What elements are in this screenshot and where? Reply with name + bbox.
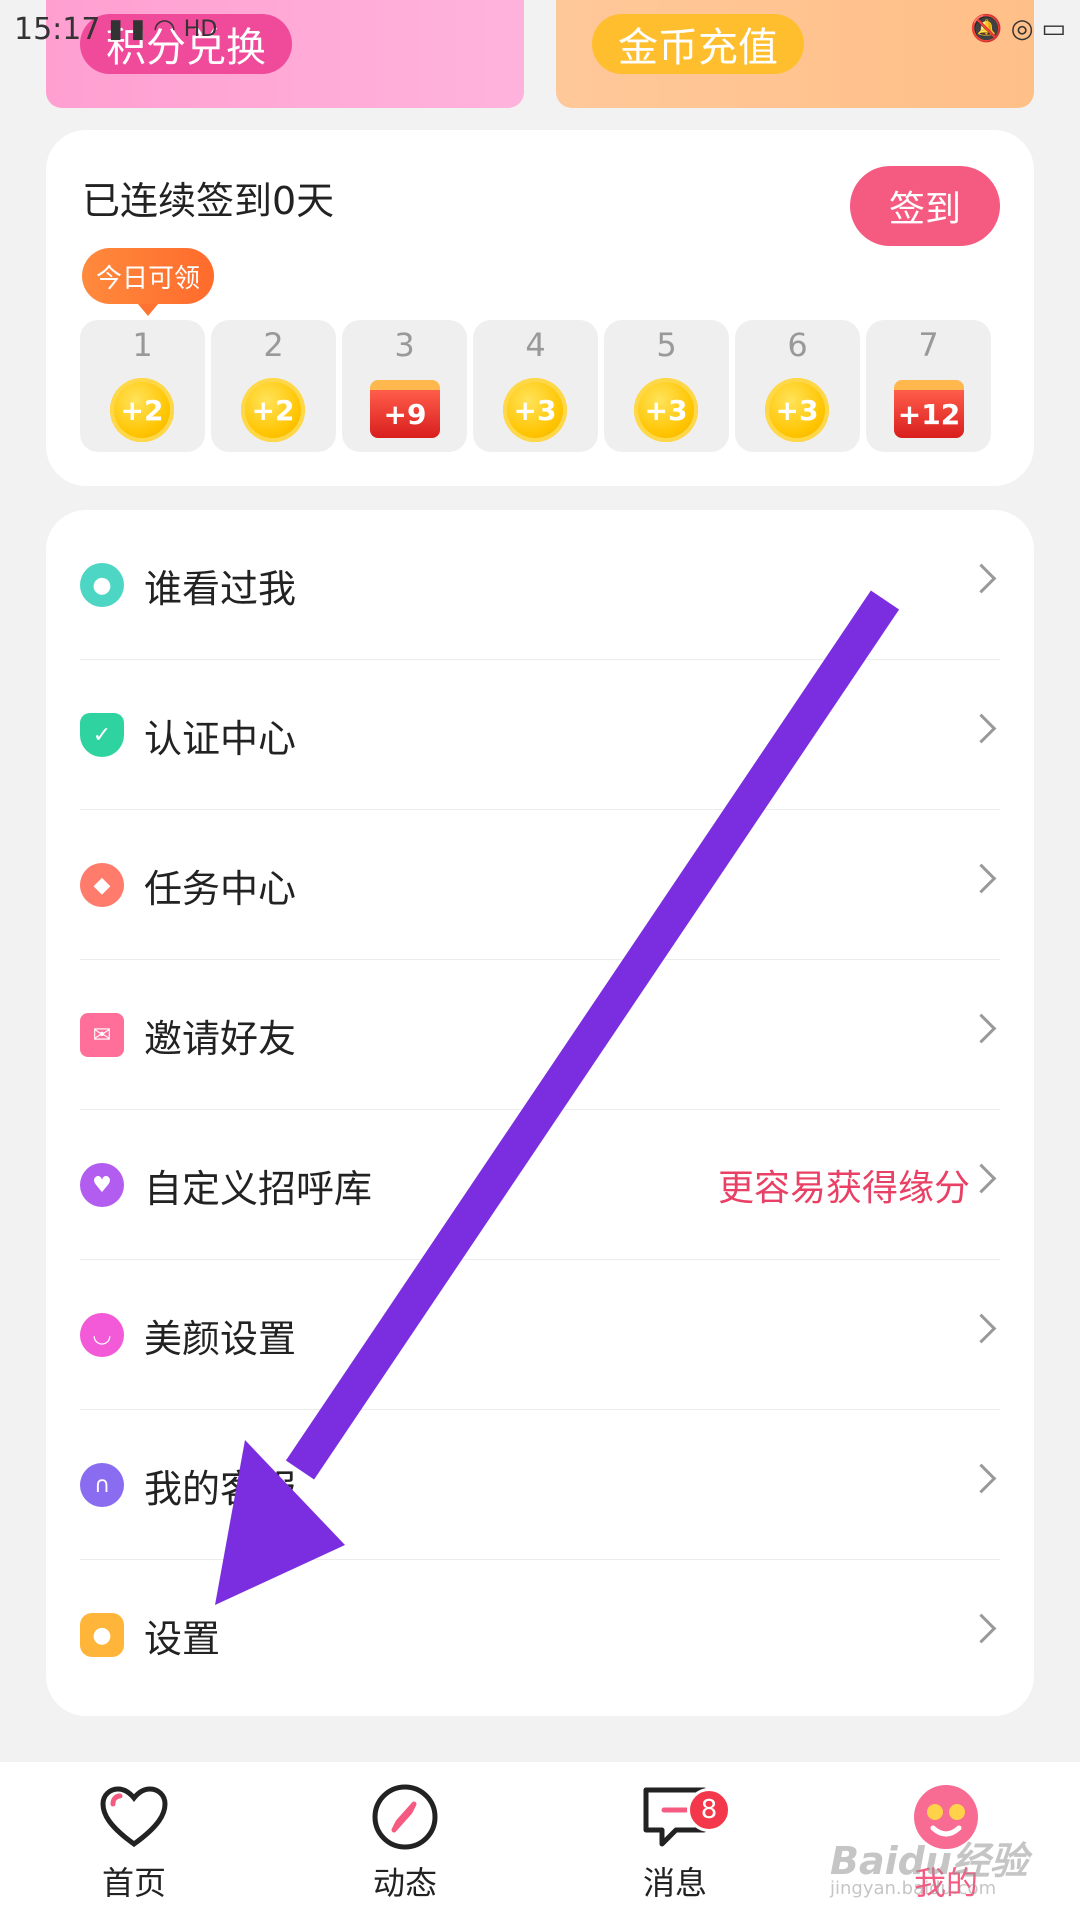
watermark: Baidu经验	[830, 1839, 1028, 1883]
signin-button[interactable]: 签到	[850, 166, 1000, 246]
day-number: 5	[656, 326, 677, 364]
hd-label: HD	[183, 16, 218, 42]
menu-item-label: 邀请好友	[144, 1016, 297, 1061]
status-time: 15:17	[14, 11, 101, 47]
menu-item-task-center[interactable]: ◆ 任务中心	[80, 810, 1000, 960]
day-number: 7	[918, 326, 939, 364]
treasure-chest-icon: +9	[370, 380, 440, 438]
unread-badge: 8	[687, 1788, 731, 1832]
signin-card: 已连续签到0天 签到 今日可领 1 +2 2 +2 3 +9 4 +3 5 +3…	[46, 130, 1034, 486]
coin-icon: +3	[503, 378, 567, 442]
day-number: 6	[787, 326, 808, 364]
signin-days: 1 +2 2 +2 3 +9 4 +3 5 +3 6 +3 7 +12	[80, 320, 991, 452]
chevron-right-icon	[966, 1313, 997, 1344]
coin-icon: +3	[765, 378, 829, 442]
headset-icon: ∩	[80, 1463, 124, 1507]
menu-card: ● 谁看过我 ✓ 认证中心 ◆ 任务中心 ✉ 邀请好友 ♥ 自定义招呼库 更容易…	[46, 510, 1034, 1716]
menu-item-label: 美颜设置	[144, 1316, 297, 1361]
wifi-icon: ◠	[153, 14, 176, 44]
signin-day[interactable]: 2 +2	[211, 320, 336, 452]
nav-label: 动态	[372, 1864, 437, 1902]
diamond-icon: ◆	[80, 863, 124, 907]
heart-chat-icon: ♥	[80, 1163, 124, 1207]
day-number: 1	[132, 326, 153, 364]
eye-icon: ●	[80, 563, 124, 607]
chevron-right-icon	[966, 1613, 997, 1644]
day-number: 2	[263, 326, 284, 364]
menu-item-invite-friends[interactable]: ✉ 邀请好友	[80, 960, 1000, 1110]
nav-label: 消息	[642, 1864, 707, 1902]
signin-day[interactable]: 6 +3	[735, 320, 860, 452]
coin-icon: +2	[241, 378, 305, 442]
envelope-icon: ✉	[80, 1013, 124, 1057]
chevron-right-icon	[966, 1163, 997, 1194]
nav-moments[interactable]: 动态	[335, 1778, 475, 1904]
chevron-right-icon	[966, 713, 997, 744]
menu-item-settings[interactable]: ● 设置	[80, 1560, 1000, 1710]
menu-item-custom-greetings[interactable]: ♥ 自定义招呼库 更容易获得缘分	[80, 1110, 1000, 1260]
signin-day[interactable]: 5 +3	[604, 320, 729, 452]
watermark-subtext: jingyan.baidu.com	[830, 1878, 997, 1899]
chevron-right-icon	[966, 1463, 997, 1494]
menu-item-label: 谁看过我	[144, 566, 297, 611]
signal-icon: ▮	[108, 14, 123, 44]
chevron-right-icon	[966, 863, 997, 894]
menu-item-verification-center[interactable]: ✓ 认证中心	[80, 660, 1000, 810]
nav-label: 首页	[101, 1864, 166, 1902]
battery-icon: ▭	[1041, 14, 1066, 44]
heart-icon	[64, 1778, 204, 1856]
menu-item-label: 自定义招呼库	[144, 1166, 373, 1211]
smile-icon: ◡	[80, 1313, 124, 1357]
chevron-right-icon	[966, 1013, 997, 1044]
compass-icon	[335, 1778, 475, 1856]
signin-day[interactable]: 4 +3	[473, 320, 598, 452]
menu-item-promo-text: 更容易获得缘分	[717, 1168, 970, 1209]
signin-day[interactable]: 1 +2	[80, 320, 205, 452]
menu-item-label: 认证中心	[144, 716, 297, 761]
nav-home[interactable]: 首页	[64, 1778, 204, 1904]
coin-icon: +3	[634, 378, 698, 442]
bell-mute-icon: 🔕	[970, 14, 1003, 44]
nav-messages[interactable]: 8 消息	[605, 1778, 745, 1904]
treasure-chest-icon: +12	[894, 380, 964, 438]
signin-streak-title: 已连续签到0天	[82, 179, 335, 223]
chevron-right-icon	[966, 563, 997, 594]
menu-item-beauty-settings[interactable]: ◡ 美颜设置	[80, 1260, 1000, 1410]
menu-item-label: 任务中心	[144, 866, 297, 911]
menu-item-label: 我的客服	[144, 1466, 297, 1511]
lock-rotation-icon: ◎	[1010, 14, 1034, 44]
today-claimable-bubble: 今日可领	[82, 248, 215, 316]
menu-item-label: 设置	[144, 1616, 221, 1661]
day-number: 3	[394, 326, 415, 364]
status-bar: 15:17 ▮ ▮ ◠ HD 🔕 ◎ ▭	[0, 0, 1080, 58]
signin-day[interactable]: 7 +12	[866, 320, 991, 452]
coin-icon: +2	[110, 378, 174, 442]
signal-icon-2: ▮	[130, 14, 146, 44]
shield-check-icon: ✓	[80, 713, 124, 757]
day-number: 4	[525, 326, 546, 364]
menu-item-customer-service[interactable]: ∩ 我的客服	[80, 1410, 1000, 1560]
signin-day[interactable]: 3 +9	[342, 320, 467, 452]
hexagon-settings-icon: ●	[80, 1613, 124, 1657]
menu-item-who-viewed-me[interactable]: ● 谁看过我	[80, 510, 1000, 660]
